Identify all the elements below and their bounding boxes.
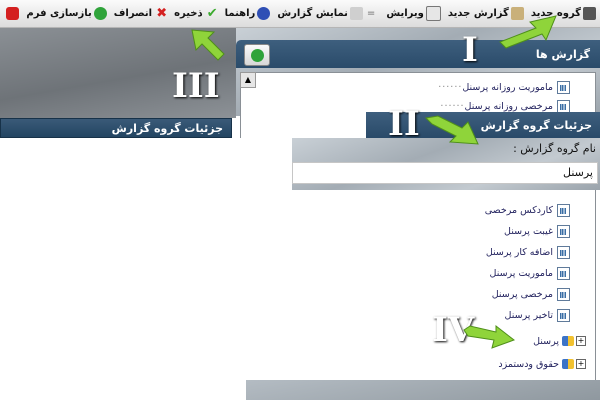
tree-connector: ······ (438, 81, 463, 93)
report-doc-icon (557, 203, 570, 217)
save-button[interactable]: ✔ ذخیره (174, 7, 218, 20)
tree-item-label: ماموریت پرسنل (489, 267, 553, 279)
annotation-label-i: I (462, 30, 478, 70)
refresh-form-label: بازسازی فرم (26, 8, 92, 19)
tree-item[interactable]: کاردکس مرخصی (485, 201, 570, 219)
annotation-label-iii: III (172, 66, 220, 106)
cancel-label: انصراف (113, 8, 153, 19)
tree-group-node[interactable]: + پرسنل (533, 332, 586, 350)
report-doc-icon (557, 308, 570, 322)
edit-label: ویرایش (386, 8, 424, 19)
view-report-label: نمایش گزارش (277, 8, 348, 19)
group-name-input[interactable]: پرسنل (292, 162, 598, 184)
tree-item[interactable]: غیبت پرسنل (504, 222, 570, 240)
arrow-icon (191, 29, 225, 61)
save-check-icon: ✔ (206, 6, 218, 21)
tree-item-label: اضافه کار پرسنل (485, 246, 553, 258)
expand-plus-icon[interactable]: + (576, 336, 586, 346)
tree-item-label: مرخصی روزانه پرسنل (464, 100, 553, 112)
report-doc-icon (557, 80, 570, 94)
refresh-form-icon (93, 7, 107, 20)
group-node-label: پرسنل (533, 335, 559, 347)
expand-plus-icon[interactable]: + (576, 359, 586, 369)
arrow-icon (499, 15, 557, 49)
report-doc-icon (557, 224, 570, 238)
view-report-icon (349, 7, 363, 20)
tree-item[interactable]: ماموریت پرسنل (490, 264, 570, 282)
panel-bottom-strip (246, 380, 600, 400)
report-doc-icon (557, 266, 570, 280)
tree-item[interactable]: اضافه کار پرسنل (486, 243, 570, 261)
toolbar-separator: = (366, 8, 376, 19)
blank-region (0, 190, 246, 400)
tree-connector: ······ (440, 100, 465, 112)
close-app-button[interactable] (6, 7, 20, 20)
cancel-button[interactable]: ✖ انصراف (114, 7, 167, 20)
tree-item-label: تاخیر پرسنل (504, 309, 553, 321)
group-folder-icon (562, 336, 574, 346)
help-label: راهنما (224, 8, 256, 19)
left-panel-header: جزئیات گروه گزارش (0, 118, 232, 138)
printer-group-icon (583, 7, 596, 20)
tree-item-label: کاردکس مرخصی (484, 204, 553, 216)
refresh-icon (250, 48, 264, 62)
report-doc-icon (557, 99, 570, 113)
tree-item[interactable]: ماموریت روزانه پرسنل ······ (435, 78, 570, 96)
blank-region (0, 138, 292, 190)
help-button[interactable]: راهنما (225, 7, 271, 20)
edit-icon (425, 6, 441, 21)
save-label: ذخیره (174, 8, 203, 19)
power-close-icon (6, 7, 20, 20)
cancel-x-icon: ✖ (156, 6, 168, 21)
edit-button[interactable]: ویرایش (386, 6, 441, 21)
view-report-button[interactable]: نمایش گزارش (277, 7, 363, 20)
refresh-form-button[interactable]: بازسازی فرم (26, 7, 107, 20)
group-folder-icon (562, 359, 574, 369)
report-doc-icon (557, 245, 570, 259)
arrow-icon (424, 115, 479, 145)
report-doc-icon (557, 287, 570, 301)
refresh-tree-button[interactable] (244, 44, 270, 66)
arrow-icon (463, 324, 516, 349)
annotation-label-ii: II (388, 104, 420, 144)
scroll-up-button[interactable]: ▲ (240, 72, 256, 88)
tree-item-label: غیبت پرسنل (504, 225, 553, 237)
tree-item-label: ماموریت روزانه پرسنل (462, 81, 553, 93)
tree-item-label: مرخصی پرسنل (491, 288, 553, 300)
group-node-label: حقوق ودستمزد (498, 358, 559, 370)
tree-item[interactable]: مرخصی پرسنل (492, 285, 570, 303)
tree-group-node[interactable]: + حقوق ودستمزد (498, 355, 586, 373)
help-icon (257, 7, 271, 20)
